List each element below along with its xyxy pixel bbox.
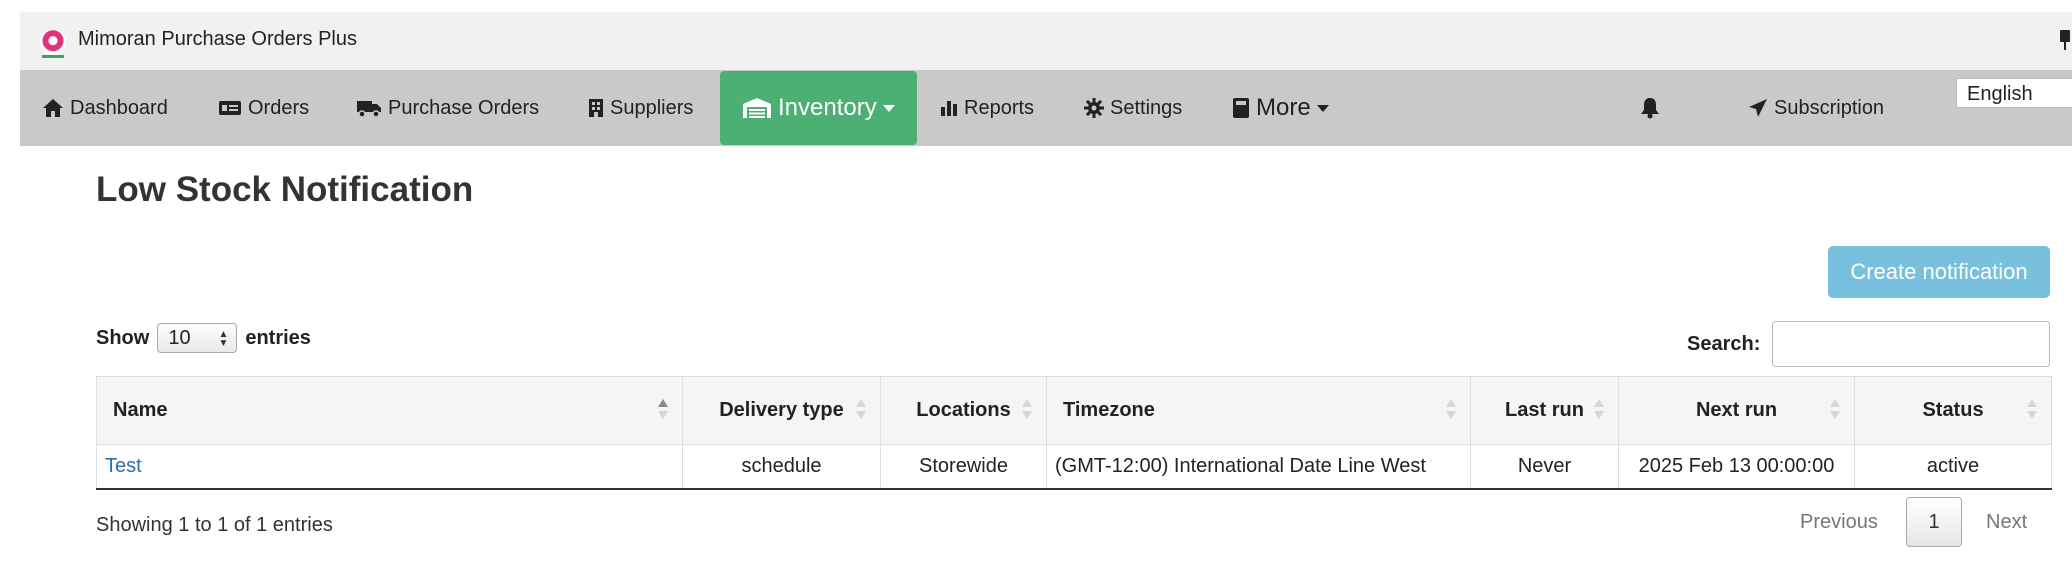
nav-inventory[interactable]: Inventory (720, 71, 917, 145)
cell-last-run: Never (1470, 444, 1619, 490)
nav-reports[interactable]: Reports (940, 70, 1034, 146)
notification-name-link[interactable]: Test (105, 455, 142, 477)
nav-suppliers[interactable]: Suppliers (588, 70, 693, 146)
gear-icon (1084, 98, 1104, 118)
nav-reports-label: Reports (964, 96, 1035, 119)
money-bill-icon (218, 100, 242, 116)
cell-status: active (1854, 444, 2052, 490)
sort-icon (1446, 399, 1456, 423)
building-icon (588, 98, 604, 118)
bell-icon (1640, 97, 1660, 119)
app-title: Mimoran Purchase Orders Plus (78, 28, 357, 50)
column-header-label: Next run (1695, 399, 1778, 421)
column-header-status[interactable]: Status (1854, 376, 2052, 445)
app-logo-icon (40, 29, 66, 58)
sort-icon (1594, 399, 1604, 423)
pagination-previous[interactable]: Previous (1800, 498, 1878, 546)
entries-label: entries (245, 326, 311, 349)
notifications-table: Name Delivery type Locations Timezone La… (96, 376, 2052, 490)
pagination-page-1[interactable]: 1 (1906, 497, 1962, 547)
show-label: Show (96, 326, 150, 349)
table-info: Showing 1 to 1 of 1 entries (96, 514, 333, 536)
bar-chart-icon (940, 100, 958, 116)
column-header-label: Status (1922, 399, 1984, 421)
sort-icon (1022, 399, 1032, 423)
paper-plane-icon (1748, 98, 1768, 118)
column-header-name[interactable]: Name (96, 376, 683, 445)
nav-dashboard[interactable]: Dashboard (42, 70, 168, 146)
nav-orders[interactable]: Orders (218, 70, 309, 146)
create-notification-button[interactable]: Create notification (1828, 246, 2050, 298)
select-arrows-icon: ▲ ▼ (218, 329, 229, 349)
entries-select[interactable]: 10 ▲ ▼ (157, 323, 238, 353)
book-icon (1232, 97, 1250, 119)
page-title: Low Stock Notification (96, 170, 474, 209)
column-header-label: Delivery type (719, 399, 844, 421)
table-header-row: Name Delivery type Locations Timezone La… (96, 376, 2052, 445)
column-header-label: Timezone (1063, 399, 1155, 421)
nav-suppliers-label: Suppliers (610, 96, 694, 119)
main-navbar: Dashboard Orders Purchase Orders Supplie… (20, 70, 2072, 146)
column-header-last-run[interactable]: Last run (1470, 376, 1619, 445)
nav-more[interactable]: More (1232, 70, 1329, 146)
chevron-down-icon (1316, 104, 1329, 112)
nav-orders-label: Orders (248, 96, 310, 119)
cell-locations: Storewide (880, 444, 1047, 490)
sort-asc-icon (658, 399, 668, 423)
column-header-next-run[interactable]: Next run (1618, 376, 1855, 445)
nav-subscription[interactable]: Subscription (1748, 70, 1884, 146)
home-icon (42, 98, 64, 118)
cell-name: Test (96, 444, 683, 490)
table-row: Test schedule Storewide (GMT-12:00) Inte… (96, 444, 2052, 490)
column-header-timezone[interactable]: Timezone (1046, 376, 1471, 445)
nav-subscription-label: Subscription (1774, 96, 1885, 119)
cell-delivery-type: schedule (682, 444, 881, 490)
column-header-label: Name (113, 399, 168, 421)
pin-icon[interactable] (2058, 30, 2072, 50)
sort-icon (1830, 399, 1840, 423)
entries-length-control: Show 10 ▲ ▼ entries (96, 322, 311, 354)
app-titlebar: Mimoran Purchase Orders Plus (20, 12, 2072, 70)
search-label: Search: (1687, 333, 1761, 355)
column-header-delivery-type[interactable]: Delivery type (682, 376, 881, 445)
column-header-label: Last run (1505, 399, 1584, 421)
column-header-label: Locations (916, 399, 1011, 421)
cell-timezone: (GMT-12:00) International Date Line West (1046, 444, 1471, 490)
warehouse-icon (742, 97, 772, 119)
nav-purchase-orders-label: Purchase Orders (388, 96, 540, 119)
language-select[interactable]: English (1956, 78, 2072, 108)
search-input[interactable] (1772, 321, 2050, 367)
truck-icon (356, 98, 382, 118)
cell-next-run: 2025 Feb 13 00:00:00 (1618, 444, 1855, 490)
nav-more-label: More (1256, 94, 1311, 121)
sort-icon (856, 399, 866, 423)
pagination-next[interactable]: Next (1986, 498, 2027, 546)
nav-inventory-label: Inventory (778, 94, 877, 121)
sort-icon (2027, 399, 2037, 423)
nav-settings-label: Settings (1110, 96, 1183, 119)
column-header-locations[interactable]: Locations (880, 376, 1047, 445)
chevron-down-icon (882, 104, 895, 112)
entries-select-value: 10 (168, 327, 191, 349)
notifications-button[interactable] (1640, 70, 1666, 146)
nav-settings[interactable]: Settings (1084, 70, 1182, 146)
nav-dashboard-label: Dashboard (70, 96, 168, 119)
nav-purchase-orders[interactable]: Purchase Orders (356, 70, 539, 146)
